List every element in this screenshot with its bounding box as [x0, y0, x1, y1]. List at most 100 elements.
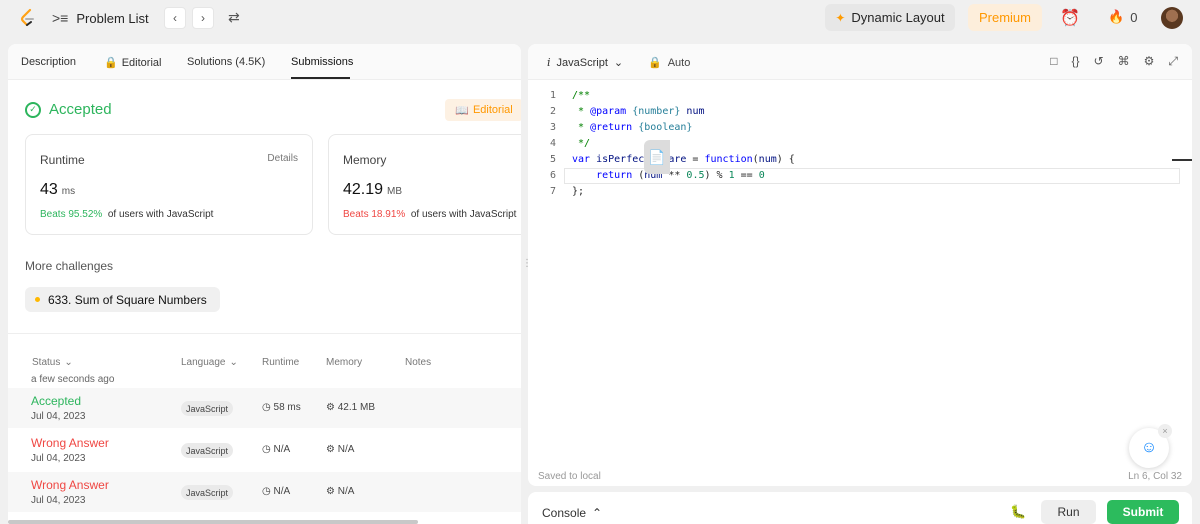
console-toggle[interactable]: Console ⌃ — [542, 506, 602, 520]
line-number: 5 — [549, 154, 556, 165]
settings-icon[interactable]: ⚙ — [1144, 54, 1155, 69]
code-line[interactable]: 1 /** — [528, 88, 1192, 104]
table-row[interactable]: Accepted Jul 04, 2023 JavaScript ◷ 58 ms… — [8, 388, 521, 428]
row-status[interactable]: Wrong Answer — [31, 478, 109, 492]
row-memory: ⚙ 42.1 MB — [326, 402, 375, 413]
saved-status: Saved to local — [538, 471, 601, 482]
details-link[interactable]: Details — [267, 153, 298, 164]
row-date: Jul 04, 2023 — [31, 495, 86, 506]
alarm-clock-icon[interactable]: ⏰ — [1060, 8, 1080, 28]
notes-column-header: Notes — [405, 357, 432, 368]
debug-bug-icon[interactable]: 🐛 — [1010, 504, 1026, 520]
panel-resize-handle[interactable]: ⋮ — [522, 258, 532, 272]
top-navbar: >≡ Problem List ‹ › ⇄ ✦ Dynamic Layout P… — [0, 0, 1200, 36]
challenge-label: 633. Sum of Square Numbers — [48, 292, 207, 307]
prev-problem-button[interactable]: ‹ — [164, 7, 186, 29]
console-bar: Console ⌃ 🐛 Run Submit — [528, 492, 1192, 524]
code-line[interactable]: 2 * @param {number} num — [528, 104, 1192, 120]
dynamic-layout-button[interactable]: ✦ Dynamic Layout — [825, 4, 955, 31]
chevron-down-icon: ⌄ — [229, 357, 238, 368]
editorial-button[interactable]: 📖 Editorial — [445, 99, 521, 121]
code-text: * @return {boolean} — [572, 122, 693, 133]
runtime-text: N/A — [273, 444, 291, 455]
status-column-header[interactable]: Status ⌄ — [32, 357, 73, 368]
row-status[interactable]: Accepted — [31, 394, 81, 408]
tab-label: Editorial — [121, 56, 162, 69]
table-row[interactable]: Wrong Answer Jul 04, 2023 JavaScript ◷ N… — [8, 472, 521, 512]
runtime-text: N/A — [273, 486, 291, 497]
code-line[interactable]: 5 var isPerfectSquare = function(num) { — [528, 152, 1192, 168]
line-number: 2 — [549, 106, 556, 117]
language-label: JavaScript — [556, 56, 608, 69]
console-label: Console — [542, 506, 587, 520]
expand-icon[interactable]: ⤢ — [1168, 54, 1178, 69]
chip-icon: ⚙ — [326, 486, 335, 497]
bookmark-icon[interactable]: □ — [1050, 54, 1057, 69]
code-line[interactable]: 7}; — [528, 184, 1192, 200]
cutoff-timestamp: a few seconds ago — [31, 374, 115, 385]
code-text: * @param {number} num — [572, 106, 705, 117]
table-row[interactable]: Wrong Answer Jul 04, 2023 JavaScript ◷ N… — [8, 430, 521, 470]
streak-counter[interactable]: 🔥 0 — [1108, 9, 1137, 25]
header-label: Status — [32, 357, 61, 368]
auto-mode-toggle[interactable]: 🔒 Auto — [648, 56, 690, 70]
runtime-card[interactable]: Runtime Details 43 ms Beats 95.52% of use… — [25, 134, 313, 235]
memory-beats-pct: Beats 18.91% — [343, 209, 406, 220]
code-line[interactable]: 4 */ — [528, 136, 1192, 152]
code-text: }; — [572, 186, 585, 197]
lang-prefix: i — [547, 56, 551, 69]
command-icon[interactable]: ⌘ — [1118, 54, 1130, 69]
code-editor-panel: i JavaScript ⌄ 🔒 Auto □ {} ↺ ⌘ ⚙ ⤢ 1 /** … — [528, 44, 1192, 486]
scrollbar-indicator[interactable] — [1172, 159, 1192, 161]
challenge-chip[interactable]: 633. Sum of Square Numbers — [25, 287, 220, 312]
language-selector[interactable]: i JavaScript ⌄ — [547, 56, 623, 69]
clock-icon: ◷ — [262, 486, 271, 497]
lock-icon: 🔒 — [104, 57, 118, 69]
row-language: JavaScript — [181, 401, 234, 416]
horizontal-scrollbar[interactable] — [8, 520, 418, 524]
memory-title: Memory — [343, 153, 387, 167]
run-button[interactable]: Run — [1041, 500, 1096, 524]
line-number: 3 — [549, 122, 556, 133]
next-problem-button[interactable]: › — [192, 7, 214, 29]
braces-icon[interactable]: {} — [1072, 54, 1080, 69]
notes-file-icon[interactable]: 📄 — [644, 140, 670, 174]
tab-label: Submissions — [291, 56, 354, 68]
reset-icon[interactable]: ↺ — [1094, 54, 1104, 69]
sparkle-icon: ✦ — [835, 10, 846, 25]
memory-value: 42.19 MB — [343, 181, 402, 199]
tab-editorial[interactable]: 🔒 Editorial — [104, 56, 162, 70]
dynamic-layout-label: Dynamic Layout — [851, 10, 945, 25]
problem-list-link[interactable]: >≡ Problem List — [52, 9, 149, 27]
memory-unit: MB — [387, 186, 403, 197]
chevron-up-icon: ⌃ — [592, 506, 603, 520]
lock-icon: 🔒 — [648, 57, 662, 69]
tab-submissions[interactable]: Submissions — [291, 56, 353, 68]
code-line[interactable]: 3 * @return {boolean} — [528, 120, 1192, 136]
leetcode-logo[interactable] — [18, 8, 38, 28]
tab-description[interactable]: Description — [21, 56, 76, 68]
shuffle-icon[interactable]: ⇄ — [228, 9, 240, 26]
close-icon[interactable]: × — [1158, 424, 1172, 438]
chip-icon: ⚙ — [326, 402, 335, 413]
chip-icon: ⚙ — [326, 444, 335, 455]
line-number: 1 — [549, 90, 556, 101]
memory-column-header: Memory — [326, 357, 363, 368]
code-line-current[interactable]: 6 return (num ** 0.5) % 1 == 0 — [528, 168, 1192, 184]
runtime-number: 43 — [40, 181, 58, 198]
more-challenges-heading: More challenges — [25, 259, 114, 273]
list-icon: >≡ — [52, 10, 69, 26]
submit-button[interactable]: Submit — [1107, 500, 1179, 524]
tab-solutions[interactable]: Solutions (4.5K) — [187, 56, 265, 68]
user-avatar[interactable] — [1161, 7, 1183, 29]
row-language: JavaScript — [181, 443, 234, 458]
code-area[interactable]: 1 /** 2 * @param {number} num 3 * @return… — [528, 88, 1192, 200]
code-text: */ — [572, 138, 591, 149]
code-text: /** — [572, 90, 591, 101]
row-date: Jul 04, 2023 — [31, 411, 86, 422]
row-status[interactable]: Wrong Answer — [31, 436, 109, 450]
memory-card[interactable]: Memory 42.19 MB Beats 18.91% of users wit… — [328, 134, 521, 235]
language-column-header[interactable]: Language ⌄ — [181, 357, 238, 368]
memory-number: 42.19 — [343, 181, 384, 198]
premium-button[interactable]: Premium — [968, 4, 1042, 31]
